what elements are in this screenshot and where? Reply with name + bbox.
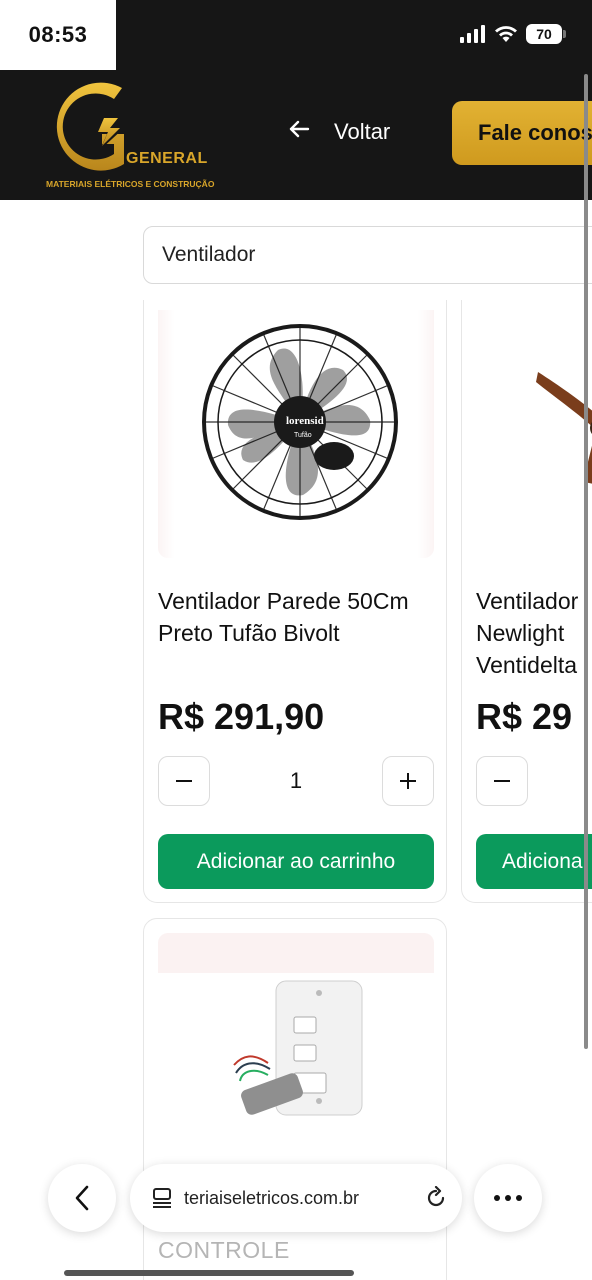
battery-level: 70 [526, 24, 562, 44]
product-price: R$ 291,90 [158, 696, 325, 737]
back-link[interactable]: Voltar [288, 118, 390, 146]
fan-model: Tufão [294, 432, 312, 439]
product-name[interactable]: Ventilador Parede 50Cm Preto Tufão Bivol… [158, 585, 438, 649]
wifi-icon [495, 26, 517, 42]
battery-cap [563, 30, 566, 38]
browser-toolbar: teriaiseletricos.com.br [0, 1160, 592, 1250]
product-name-text: Ventilador Newlight Ventidelta [476, 588, 579, 678]
product-card[interactable]: Ventilador Newlight Ventidelta R$ 29 Adi… [461, 300, 592, 903]
contact-button[interactable]: Fale conos [452, 101, 592, 165]
logo-subtitle: MATERIAIS ELÉTRICOS E CONSTRUÇÃO [46, 179, 215, 189]
product-image [158, 973, 434, 1163]
add-to-cart-button[interactable]: Adicionar ao carrinho [158, 834, 434, 889]
quantity-value: 1 [289, 768, 303, 793]
fan-brand: lorensid [286, 415, 324, 427]
status-bar: 08:53 70 [0, 0, 592, 70]
back-label: Voltar [334, 119, 391, 144]
site-header: GENERAL MATERIAIS ELÉTRICOS E CONSTRUÇÃO… [0, 70, 592, 200]
more-options-button[interactable] [474, 1164, 542, 1232]
product-image: lorensid Tufão [158, 310, 434, 558]
browser-back-button[interactable] [48, 1164, 116, 1232]
page-menu-icon [153, 1188, 171, 1208]
product-card[interactable]: lorensid Tufão Ventilador Parede 50Cm Pr… [143, 300, 447, 903]
status-time: 08:53 [28, 22, 88, 47]
increase-quantity-button[interactable] [382, 756, 434, 806]
screen: 08:53 70 GENERAL MATERIAIS ELÉTRICOS E C… [0, 0, 592, 1280]
decrease-quantity-button[interactable] [158, 756, 210, 806]
url-text: teriaiseletricos.com.br [184, 1187, 360, 1208]
product-image [476, 310, 592, 558]
status-icons: 70 [460, 24, 566, 44]
address-bar[interactable]: teriaiseletricos.com.br [130, 1164, 462, 1232]
time-box: 08:53 [0, 0, 116, 70]
home-indicator[interactable] [64, 1270, 354, 1276]
more-icon [494, 1195, 522, 1201]
reload-icon[interactable] [424, 1186, 448, 1210]
battery-icon: 70 [526, 24, 566, 44]
search-input[interactable]: Ventilador [143, 226, 592, 284]
minus-icon [176, 780, 192, 782]
minus-icon [494, 780, 510, 782]
signal-icon [460, 25, 485, 43]
ceiling-fan-image [536, 372, 592, 484]
scrollbar[interactable] [584, 74, 588, 1049]
product-image-top [158, 933, 434, 973]
product-price: R$ 29 [476, 696, 573, 737]
wall-fan-image: lorensid Tufão [202, 324, 398, 520]
decrease-quantity-button[interactable] [476, 756, 528, 806]
fan-control-image [233, 980, 363, 1116]
plus-icon [400, 773, 416, 789]
product-name[interactable]: Ventilador Newlight Ventidelta [476, 585, 592, 681]
chevron-left-icon [75, 1185, 89, 1211]
add-to-cart-button[interactable]: Adiciona [476, 834, 592, 889]
logo-text: GENERAL [126, 150, 208, 167]
general-logo[interactable]: GENERAL MATERIAIS ELÉTRICOS E CONSTRUÇÃO [44, 78, 214, 196]
back-arrow-icon [288, 118, 310, 146]
